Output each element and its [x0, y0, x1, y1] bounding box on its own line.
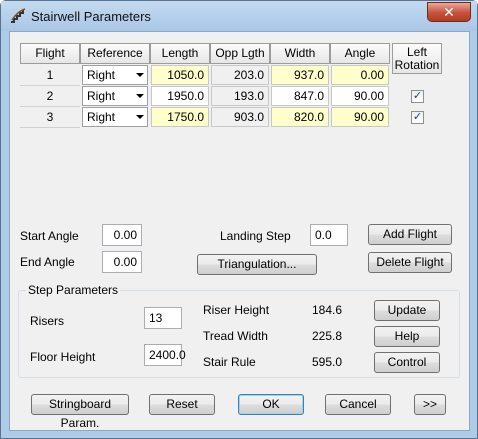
angle-input[interactable]: 0.00: [331, 65, 389, 85]
width-input[interactable]: 847.0: [271, 86, 329, 106]
stringboard-param-button[interactable]: Stringboard Param.: [31, 394, 129, 430]
riser-height-value: 184.6: [312, 303, 343, 317]
opp-lgth-value: 903.0: [211, 107, 269, 127]
reference-select-value: Right: [87, 110, 116, 124]
delete-flight-button[interactable]: Delete Flight: [368, 252, 452, 273]
update-button[interactable]: Update: [374, 300, 440, 321]
triangulation-button[interactable]: Triangulation...: [197, 254, 317, 275]
end-angle-label: End Angle: [20, 255, 75, 269]
dialog-window: Stairwell Parameters ✕ Flight Reference …: [0, 0, 478, 439]
dialog-client-area: Flight Reference Length Opp Lgth Width A…: [9, 31, 470, 431]
col-header-angle: Angle: [330, 43, 390, 64]
col-header-left-rotation: Left Rotation: [392, 43, 442, 74]
title-bar[interactable]: Stairwell Parameters ✕: [1, 1, 477, 31]
cancel-button[interactable]: Cancel: [325, 394, 391, 415]
col-header-reference: Reference: [80, 43, 150, 64]
left-rotation-checkbox[interactable]: ✓: [411, 111, 424, 124]
row-flight-number: 2: [20, 86, 80, 107]
tread-width-value: 225.8: [312, 329, 343, 343]
risers-label: Risers: [30, 314, 65, 328]
col-header-opp-lgth: Opp Lgth: [210, 43, 270, 64]
width-input[interactable]: 820.0: [271, 107, 329, 127]
close-icon: ✕: [443, 4, 455, 20]
landing-step-label: Landing Step: [220, 229, 291, 243]
reference-select[interactable]: Right: [82, 107, 148, 127]
ok-button[interactable]: OK: [238, 394, 304, 415]
start-angle-label: Start Angle: [20, 229, 79, 243]
width-input[interactable]: 937.0: [271, 65, 329, 85]
expand-button[interactable]: >>: [414, 394, 446, 415]
col-header-left-rotation-line2: Rotation: [394, 58, 440, 72]
col-header-flight: Flight: [20, 43, 80, 64]
row-flight-number: 3: [20, 107, 80, 128]
window-title: Stairwell Parameters: [31, 9, 151, 24]
step-parameters-title: Step Parameters: [26, 283, 121, 297]
riser-height-label: Riser Height: [203, 303, 270, 317]
floor-height-input[interactable]: 2400.0: [144, 344, 186, 366]
stair-rule-value: 595.0: [312, 355, 343, 369]
reference-select[interactable]: Right: [82, 86, 148, 106]
opp-lgth-value: 203.0: [211, 65, 269, 85]
risers-input[interactable]: 13: [144, 307, 182, 329]
col-header-length: Length: [150, 43, 210, 64]
length-input[interactable]: 1750.0: [151, 107, 209, 127]
length-input[interactable]: 1950.0: [151, 86, 209, 106]
start-angle-input[interactable]: 0.00: [102, 224, 142, 246]
close-button[interactable]: ✕: [427, 2, 471, 22]
length-input[interactable]: 1050.0: [151, 65, 209, 85]
control-button[interactable]: Control: [374, 352, 440, 373]
reset-button[interactable]: Reset: [149, 394, 215, 415]
chevron-down-icon: [136, 73, 144, 77]
left-rotation-checkbox[interactable]: ✓: [411, 90, 424, 103]
row-flight-number: 1: [20, 65, 80, 86]
help-button[interactable]: Help: [374, 326, 440, 347]
reference-select-value: Right: [87, 89, 116, 103]
angle-input[interactable]: 90.00: [331, 107, 389, 127]
opp-lgth-value: 193.0: [211, 86, 269, 106]
tread-width-label: Tread Width: [203, 329, 268, 343]
chevron-down-icon: [136, 94, 144, 98]
angle-input[interactable]: 90.00: [331, 86, 389, 106]
col-header-width: Width: [270, 43, 330, 64]
add-flight-button[interactable]: Add Flight: [368, 224, 452, 245]
reference-select[interactable]: Right: [82, 65, 148, 85]
stair-rule-label: Stair Rule: [203, 355, 256, 369]
floor-height-label: Floor Height: [30, 350, 96, 364]
stair-app-icon: [11, 8, 26, 23]
chevron-down-icon: [136, 115, 144, 119]
landing-step-input[interactable]: 0.0: [310, 224, 348, 246]
reference-select-value: Right: [87, 68, 116, 82]
end-angle-input[interactable]: 0.00: [102, 251, 142, 273]
